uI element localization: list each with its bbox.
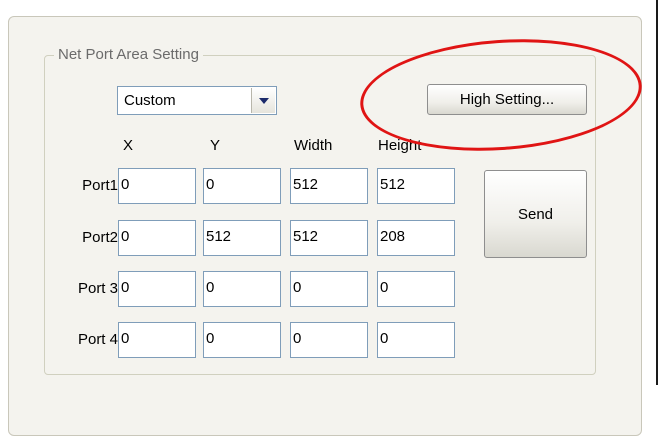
port2-y-field[interactable]: 512 — [203, 220, 281, 256]
port3-y-field[interactable]: 0 — [203, 271, 281, 307]
group-legend: Net Port Area Setting — [54, 46, 203, 64]
column-header-width: Width — [294, 137, 333, 154]
port1-x-field[interactable]: 0 — [118, 168, 196, 204]
mode-select[interactable]: Custom — [117, 86, 277, 115]
port-label: Port2 — [82, 229, 118, 246]
high-setting-button[interactable]: High Setting... — [427, 84, 587, 115]
port2-width-field[interactable]: 512 — [290, 220, 368, 256]
port2-x-field[interactable]: 0 — [118, 220, 196, 256]
port1-height-field[interactable]: 512 — [377, 168, 455, 204]
send-button[interactable]: Send — [484, 170, 587, 258]
port3-width-field[interactable]: 0 — [290, 271, 368, 307]
port3-height-field[interactable]: 0 — [377, 271, 455, 307]
port-label: Port 4 — [77, 331, 118, 348]
port3-x-field[interactable]: 0 — [118, 271, 196, 307]
column-header-x: X — [123, 137, 134, 154]
port1-y-field[interactable]: 0 — [203, 168, 281, 204]
column-header-height: Height — [378, 137, 422, 154]
port4-y-field[interactable]: 0 — [203, 322, 281, 358]
port-label: Port1 — [82, 177, 118, 194]
port4-width-field[interactable]: 0 — [290, 322, 368, 358]
chevron-down-icon — [259, 98, 269, 104]
port1-width-field[interactable]: 512 — [290, 168, 368, 204]
window-edge — [656, 0, 658, 385]
column-header-y: Y — [210, 137, 221, 154]
port2-height-field[interactable]: 208 — [377, 220, 455, 256]
dropdown-button[interactable] — [251, 88, 275, 113]
port-label: Port 3 — [77, 280, 118, 297]
port4-x-field[interactable]: 0 — [118, 322, 196, 358]
port4-height-field[interactable]: 0 — [377, 322, 455, 358]
mode-select-value: Custom — [124, 92, 176, 109]
